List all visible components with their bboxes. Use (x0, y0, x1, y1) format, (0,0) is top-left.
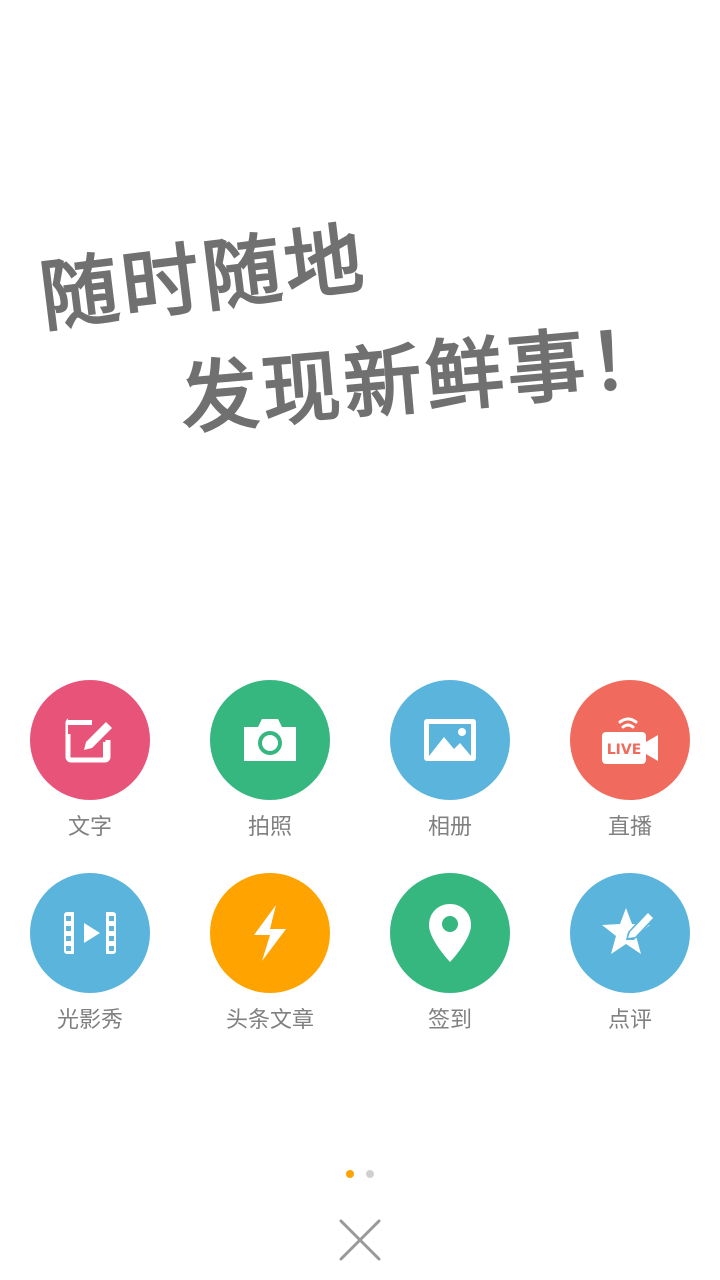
action-live-label: 直播 (607, 815, 652, 840)
action-text-label: 文字 (67, 815, 112, 840)
live-icon: LIVE (602, 717, 658, 764)
action-review-label: 点评 (607, 1008, 652, 1033)
action-video-show-circle[interactable] (30, 873, 150, 993)
lightning-icon (254, 905, 286, 961)
edit-icon (65, 714, 114, 763)
action-video-show[interactable]: 光影秀 (0, 873, 180, 1053)
action-article-circle[interactable] (210, 873, 330, 993)
close-button[interactable] (335, 1215, 385, 1265)
live-icon-text: LIVE (607, 742, 642, 758)
action-text[interactable]: 文字 (0, 680, 180, 860)
action-album-circle[interactable] (390, 680, 510, 800)
video-icon (64, 912, 116, 954)
action-checkin-circle[interactable] (390, 873, 510, 993)
action-album[interactable]: 相册 (360, 680, 540, 860)
pager-indicator (0, 1170, 720, 1178)
pager-dot[interactable] (366, 1170, 374, 1178)
pager-dot-active[interactable] (346, 1170, 354, 1178)
action-review-circle[interactable] (570, 873, 690, 993)
action-checkin[interactable]: 签到 (360, 873, 540, 1053)
location-pin-icon (429, 904, 471, 962)
action-article-label: 头条文章 (225, 1008, 314, 1033)
action-article[interactable]: 头条文章 (180, 873, 360, 1053)
action-live[interactable]: LIVE 直播 (540, 680, 720, 860)
compose-menu-screen: 随时随地 发现新鲜事！ 文字 拍照 相册 LIVE 直播 光影秀 头条文章 签到… (0, 0, 720, 1280)
close-icon (339, 1219, 381, 1261)
action-video-show-label: 光影秀 (56, 1008, 123, 1033)
camera-icon (244, 719, 296, 761)
action-album-label: 相册 (427, 815, 472, 840)
action-review[interactable]: 点评 (540, 873, 720, 1053)
action-camera[interactable]: 拍照 (180, 680, 360, 860)
action-checkin-label: 签到 (427, 1008, 472, 1033)
action-camera-label: 拍照 (247, 815, 292, 840)
action-text-circle[interactable] (30, 680, 150, 800)
slogan-banner: 随时随地 发现新鲜事！ (0, 0, 720, 520)
picture-icon (424, 719, 476, 761)
action-camera-circle[interactable] (210, 680, 330, 800)
action-live-circle[interactable]: LIVE (570, 680, 690, 800)
star-pen-icon (602, 908, 656, 954)
